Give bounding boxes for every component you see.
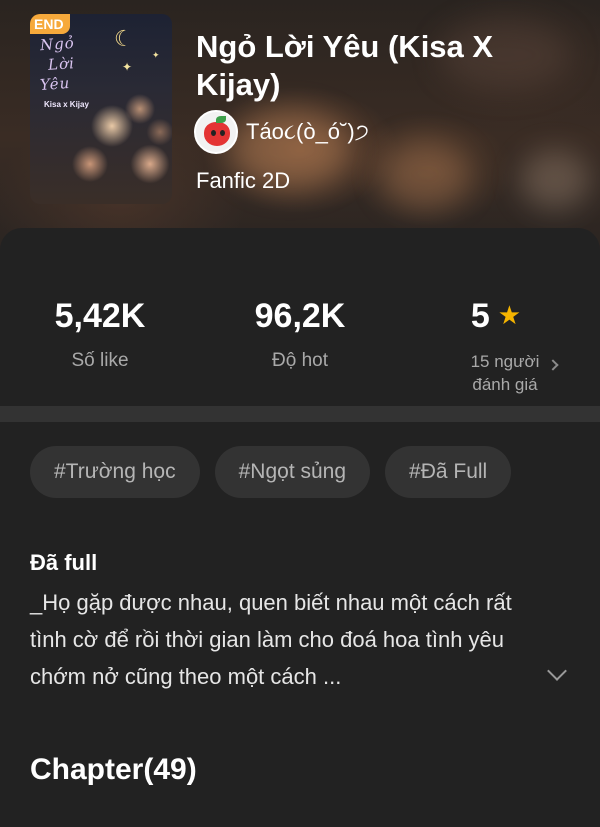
rating-label[interactable]: 15 người đánh giá [460,350,550,396]
hot-stat: 96,2K Độ hot [200,296,400,372]
hot-label: Độ hot [272,350,328,371]
sparkle-icon: ✦ [122,60,133,74]
book-title: Ngỏ Lời Yêu (Kisa X Kijay) [196,29,494,102]
book-details-panel: 5,42K Số like 96,2K Độ hot 5 ★ 15 người đ… [0,228,600,827]
likes-stat: 5,42K Số like [0,296,200,372]
author-link[interactable]: Táo૮(ò_ó˘)੭ [194,110,369,154]
end-badge: END [30,14,70,34]
cover-script-3: Yêu [39,73,71,95]
tag-list: #Trường học #Ngọt sủng #Đã Full [30,446,512,498]
cover-subtitle: Kisa x Kijay [44,100,89,109]
book-header: END ☾ ✦ ✦ Ngỏ Lời Yêu Kisa x Kijay Ngỏ L… [0,0,600,250]
likes-count: 5,42K [54,297,146,335]
moon-icon: ☾ [114,26,134,51]
hot-count: 96,2K [254,297,346,335]
apple-avatar-icon [204,122,230,146]
tag-da-full[interactable]: #Đã Full [385,446,512,498]
chevron-down-icon[interactable] [547,661,567,681]
likes-label: Số like [71,350,129,371]
book-cover[interactable]: END ☾ ✦ ✦ Ngỏ Lời Yêu Kisa x Kijay [30,14,172,204]
rating-value: 5 [470,297,490,335]
cover-script-1: Ngỏ [39,33,76,55]
rating-stat[interactable]: 5 ★ [396,296,596,338]
description-heading: Đã full [30,550,98,575]
chapters-heading[interactable]: Chapter(49) [30,753,197,787]
cover-script-2: Lời [47,54,76,74]
star-icon: ★ [497,300,522,330]
author-name[interactable]: Táo૮(ò_ó˘)੭ [246,119,369,145]
description-text[interactable]: _Họ gặp được nhau, quen biết nhau một cá… [30,584,550,695]
author-avatar[interactable] [194,110,238,154]
book-genre: Fanfic 2D [196,168,291,193]
tag-ngot-sung[interactable]: #Ngọt sủng [214,446,371,498]
sparkle-icon: ✦ [152,50,160,60]
section-divider [0,406,600,422]
tag-truong-hoc[interactable]: #Trường học [30,446,200,498]
